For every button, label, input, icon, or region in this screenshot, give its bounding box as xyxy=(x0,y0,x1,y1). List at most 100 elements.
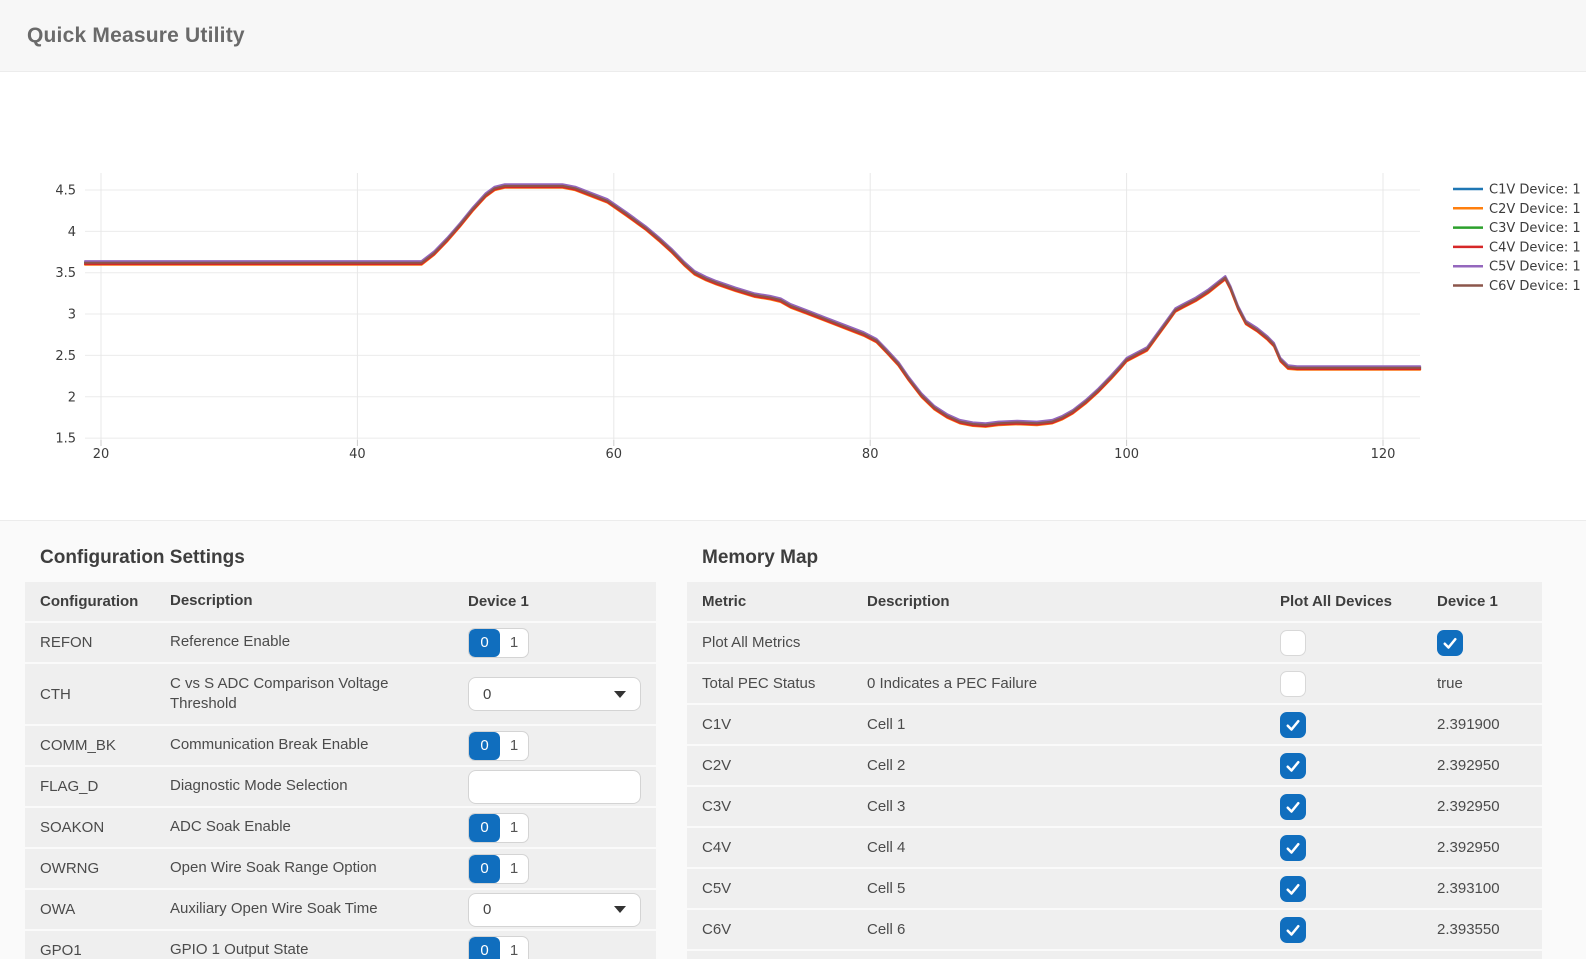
y-tick-label: 2.5 xyxy=(55,349,76,364)
plot-all-devices-checkbox[interactable] xyxy=(1280,876,1306,902)
plot-all-devices-checkbox[interactable] xyxy=(1280,794,1306,820)
memory-col-device1: Device 1 xyxy=(1437,593,1542,610)
y-tick-label: 4 xyxy=(68,225,76,240)
metric-description: Cell 1 xyxy=(867,716,1280,733)
toggle-option-0[interactable]: 0 xyxy=(469,732,500,760)
toggle-option-0[interactable]: 0 xyxy=(469,814,500,842)
device1-cell: true xyxy=(1437,675,1542,692)
plot-all-cell xyxy=(1280,753,1437,779)
legend-label[interactable]: C6V Device: 1 xyxy=(1489,279,1581,294)
x-tick-label: 80 xyxy=(862,447,879,462)
plot-all-cell xyxy=(1280,630,1437,656)
metric-description: Cell 6 xyxy=(867,921,1280,938)
config-control-cell: 01 xyxy=(468,936,656,959)
toggle-option-0[interactable]: 0 xyxy=(469,855,500,883)
table-row: COMM_BKCommunication Break Enable01 xyxy=(25,726,656,765)
chevron-down-icon xyxy=(614,691,626,698)
device1-cell xyxy=(1437,630,1542,656)
configuration-settings-table: Configuration Description Device 1 REFON… xyxy=(25,582,656,959)
plot-all-devices-checkbox[interactable] xyxy=(1280,753,1306,779)
legend-label[interactable]: C2V Device: 1 xyxy=(1489,202,1581,217)
toggle-option-1[interactable]: 1 xyxy=(500,855,528,883)
binary-toggle: 01 xyxy=(468,854,529,884)
table-row: CTHC vs S ADC Comparison Voltage Thresho… xyxy=(25,664,656,724)
selected-value: 0 xyxy=(483,686,491,703)
plot-all-devices-checkbox[interactable] xyxy=(1280,712,1306,738)
config-control-cell: 01 xyxy=(468,628,656,658)
app-header: Quick Measure Utility xyxy=(0,0,1586,72)
device1-cell: 2.393100 xyxy=(1437,880,1542,897)
legend-label[interactable]: C3V Device: 1 xyxy=(1489,221,1581,236)
table-row: FLAG_DDiagnostic Mode Selection xyxy=(25,767,656,806)
legend-label[interactable]: C4V Device: 1 xyxy=(1489,240,1581,255)
voltage-line-chart[interactable]: 4.543.532.521.520406080100120C1V Device:… xyxy=(0,100,1586,480)
text-field[interactable] xyxy=(468,770,641,804)
binary-toggle: 01 xyxy=(468,731,529,761)
checkmark-icon xyxy=(1284,839,1302,857)
table-row: C5VCell 52.393100 xyxy=(687,869,1542,908)
device1-value: 2.393100 xyxy=(1437,880,1500,897)
device1-value: 2.393550 xyxy=(1437,921,1500,938)
config-name: GPO1 xyxy=(40,942,170,959)
toggle-option-0[interactable]: 0 xyxy=(469,937,500,959)
config-col-configuration: Configuration xyxy=(40,593,170,610)
memory-col-plot-all-devices: Plot All Devices xyxy=(1280,593,1437,610)
table-row: C6VCell 62.393550 xyxy=(687,910,1542,949)
device1-checkbox[interactable] xyxy=(1437,630,1463,656)
legend-label[interactable]: C5V Device: 1 xyxy=(1489,260,1581,275)
config-control-cell: 01 xyxy=(468,731,656,761)
table-row: C4VCell 42.392950 xyxy=(687,828,1542,867)
y-tick-label: 1.5 xyxy=(55,432,76,447)
toggle-option-0[interactable]: 0 xyxy=(469,629,500,657)
dropdown-select[interactable]: 0 xyxy=(468,893,641,927)
table-row: SOAKONADC Soak Enable01 xyxy=(25,808,656,847)
metric-description: Cell 3 xyxy=(867,798,1280,815)
config-control-cell: 0 xyxy=(468,893,656,927)
metric-name: Plot All Metrics xyxy=(702,634,867,651)
config-col-device1: Device 1 xyxy=(468,593,656,610)
y-tick-label: 3.5 xyxy=(55,266,76,281)
memory-map-table: Metric Description Plot All Devices Devi… xyxy=(687,582,1542,959)
toggle-option-1[interactable]: 1 xyxy=(500,732,528,760)
plot-all-cell xyxy=(1280,835,1437,861)
table-row: GPO1GPIO 1 Output State01 xyxy=(25,931,656,959)
table-row: Total PEC Status0 Indicates a PEC Failur… xyxy=(687,664,1542,703)
config-control-cell: 01 xyxy=(468,813,656,843)
table-row xyxy=(687,951,1542,959)
metric-name: C2V xyxy=(702,757,867,774)
checkmark-icon xyxy=(1284,880,1302,898)
toggle-option-1[interactable]: 1 xyxy=(500,629,528,657)
plot-all-devices-checkbox[interactable] xyxy=(1280,671,1306,697)
plot-all-devices-checkbox[interactable] xyxy=(1280,917,1306,943)
table-row: C3VCell 32.392950 xyxy=(687,787,1542,826)
chart-canvas[interactable]: 4.543.532.521.520406080100120C1V Device:… xyxy=(0,100,1586,480)
device1-value: true xyxy=(1437,675,1463,692)
device1-cell: 2.392950 xyxy=(1437,839,1542,856)
dropdown-select[interactable]: 0 xyxy=(468,677,641,711)
plot-all-cell xyxy=(1280,671,1437,697)
device1-cell: 2.393550 xyxy=(1437,921,1542,938)
plot-all-cell xyxy=(1280,712,1437,738)
plot-all-devices-checkbox[interactable] xyxy=(1280,835,1306,861)
toggle-option-1[interactable]: 1 xyxy=(500,937,528,959)
metric-name: Total PEC Status xyxy=(702,675,867,692)
series-line xyxy=(85,187,1420,426)
metric-name: C4V xyxy=(702,839,867,856)
config-name: SOAKON xyxy=(40,819,170,836)
plot-all-cell xyxy=(1280,876,1437,902)
config-description: Auxiliary Open Wire Soak Time xyxy=(170,899,468,919)
config-description: GPIO 1 Output State xyxy=(170,940,468,959)
plot-all-cell xyxy=(1280,794,1437,820)
device1-value: 2.391900 xyxy=(1437,716,1500,733)
config-description: Communication Break Enable xyxy=(170,735,468,755)
checkmark-icon xyxy=(1284,757,1302,775)
device1-cell: 2.392950 xyxy=(1437,798,1542,815)
legend-label[interactable]: C1V Device: 1 xyxy=(1489,183,1581,198)
table-row: OWRNGOpen Wire Soak Range Option01 xyxy=(25,849,656,888)
x-tick-label: 40 xyxy=(349,447,366,462)
memory-col-description: Description xyxy=(867,593,1280,610)
memory-table-header: Metric Description Plot All Devices Devi… xyxy=(687,582,1542,621)
plot-all-devices-checkbox[interactable] xyxy=(1280,630,1306,656)
toggle-option-1[interactable]: 1 xyxy=(500,814,528,842)
config-description: Open Wire Soak Range Option xyxy=(170,858,468,878)
